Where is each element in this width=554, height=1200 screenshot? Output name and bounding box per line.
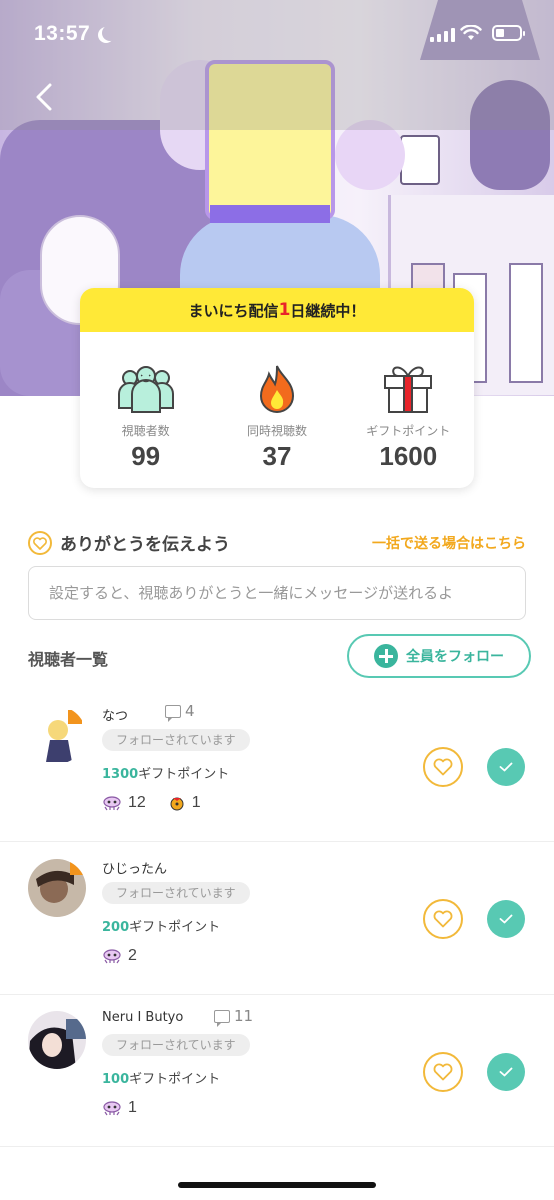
gift-points-value: 1300 [102,767,139,782]
viewer-gift-points: 100ギフトポイント [102,1068,220,1087]
check-icon [499,1067,513,1077]
viewer-badges: 1 [102,1099,137,1117]
badge1-count: 12 [128,794,146,811]
gift-points-value: 200 [102,920,130,935]
avatar[interactable] [28,706,86,764]
stat-concurrent: 同時視聴数 37 [217,356,337,472]
comment-count-value: 4 [185,702,195,720]
status-time: 13:57 [34,22,91,45]
thanks-header: ありがとうを伝えよう 一括で送る場合はこちら [28,528,526,558]
follow-all-label: 全員をフォロー [406,649,504,665]
heart-icon [433,1063,453,1081]
streak-days: 1 [278,300,291,320]
viewer-name: なつ [102,709,129,724]
comment-count: 4 [165,702,195,722]
viewer-row: ひじったん フォローされています 200ギフトポイント 2 [0,843,554,995]
check-icon [499,914,513,924]
stat-viewers: 視聴者数 99 [86,356,206,472]
stat-viewers-label: 視聴者数 [121,424,170,438]
chat-bubble-icon [214,1009,230,1027]
avatar[interactable] [28,859,86,917]
comment-count-value: 11 [234,1007,254,1025]
streak-suffix: 継続中！ [305,301,366,320]
follow-status-badge: フォローされています [102,729,250,751]
viewer-gift-points: 1300ギフトポイント [102,763,229,782]
chat-bubble-icon [165,704,181,722]
viewers-list-title: 視聴者一覧 [28,650,109,669]
gift-points-unit: ギフトポイント [138,767,230,782]
octopus-badge-icon [103,949,121,964]
daily-streak-banner: まいにち配信 1 日 継続中！ [80,288,474,332]
gift-points-unit: ギフトポイント [129,1072,221,1087]
following-check-button[interactable] [487,1053,525,1091]
thanks-heart-button[interactable] [423,1052,463,1092]
stat-viewers-value: 99 [131,441,161,471]
check-icon [499,762,513,772]
bulk-send-link[interactable]: 一括で送る場合はこちら [372,533,526,553]
plus-icon [374,644,398,668]
follow-status-badge: フォローされています [102,882,250,904]
stream-stats-card: まいにち配信 1 日 継続中！ 視聴者数 99 同時視聴数 37 ギフトポイント… [80,288,474,488]
thanks-message-input[interactable] [28,566,526,620]
heart-icon [433,910,453,928]
home-indicator[interactable] [178,1182,376,1188]
battery-icon [492,25,525,41]
gift-points-value: 100 [102,1072,130,1087]
following-check-button[interactable] [487,748,525,786]
streak-unit: 日 [290,301,306,320]
stat-gift-label: ギフトポイント [366,424,451,438]
stat-gift-value: 1600 [379,441,438,471]
thanks-heart-button[interactable] [423,747,463,787]
badge1-count: 1 [128,1099,137,1116]
octopus-badge-icon [103,1101,121,1116]
viewer-name: ひじったん [102,862,168,877]
viewer-row: Neru I Butyo 11 フォローされています 100ギフトポイント 1 [0,995,554,1147]
avatar[interactable] [28,1011,86,1069]
stat-concurrent-label: 同時視聴数 [246,424,307,438]
viewer-gift-points: 200ギフトポイント [102,916,220,935]
flame-icon [259,365,294,413]
streak-prefix: まいにち配信 [188,301,279,320]
gift-icon [384,366,433,413]
viewer-name: Neru I Butyo [102,1010,184,1025]
following-check-button[interactable] [487,900,525,938]
status-bar: 13:57 [0,0,554,70]
back-chevron-icon[interactable] [30,82,60,112]
thanks-title: ありがとうを伝えよう [60,535,230,555]
stat-gift: ギフトポイント 1600 [348,356,468,472]
heart-icon [28,531,52,555]
badge1-count: 2 [128,947,137,964]
viewers-icon [117,366,174,413]
follow-status-badge: フォローされています [102,1034,250,1056]
comment-count: 11 [214,1007,254,1027]
viewer-badges: 12 1 [102,794,201,812]
octopus-badge-icon [103,796,121,811]
gift-points-unit: ギフトポイント [129,920,221,935]
badge2-count: 1 [191,794,201,811]
wifi-icon [460,25,482,40]
heart-icon [433,758,453,776]
thanks-heart-button[interactable] [423,899,463,939]
bird-badge-icon [170,797,184,811]
viewer-badges: 2 [102,947,137,965]
cellular-signal-icon [430,28,455,42]
viewer-row: なつ 4 フォローされています 1300ギフトポイント 12 1 [0,690,554,842]
stat-concurrent-value: 37 [262,441,292,471]
follow-all-button[interactable]: 全員をフォロー [347,634,531,678]
do-not-disturb-icon [102,25,118,41]
